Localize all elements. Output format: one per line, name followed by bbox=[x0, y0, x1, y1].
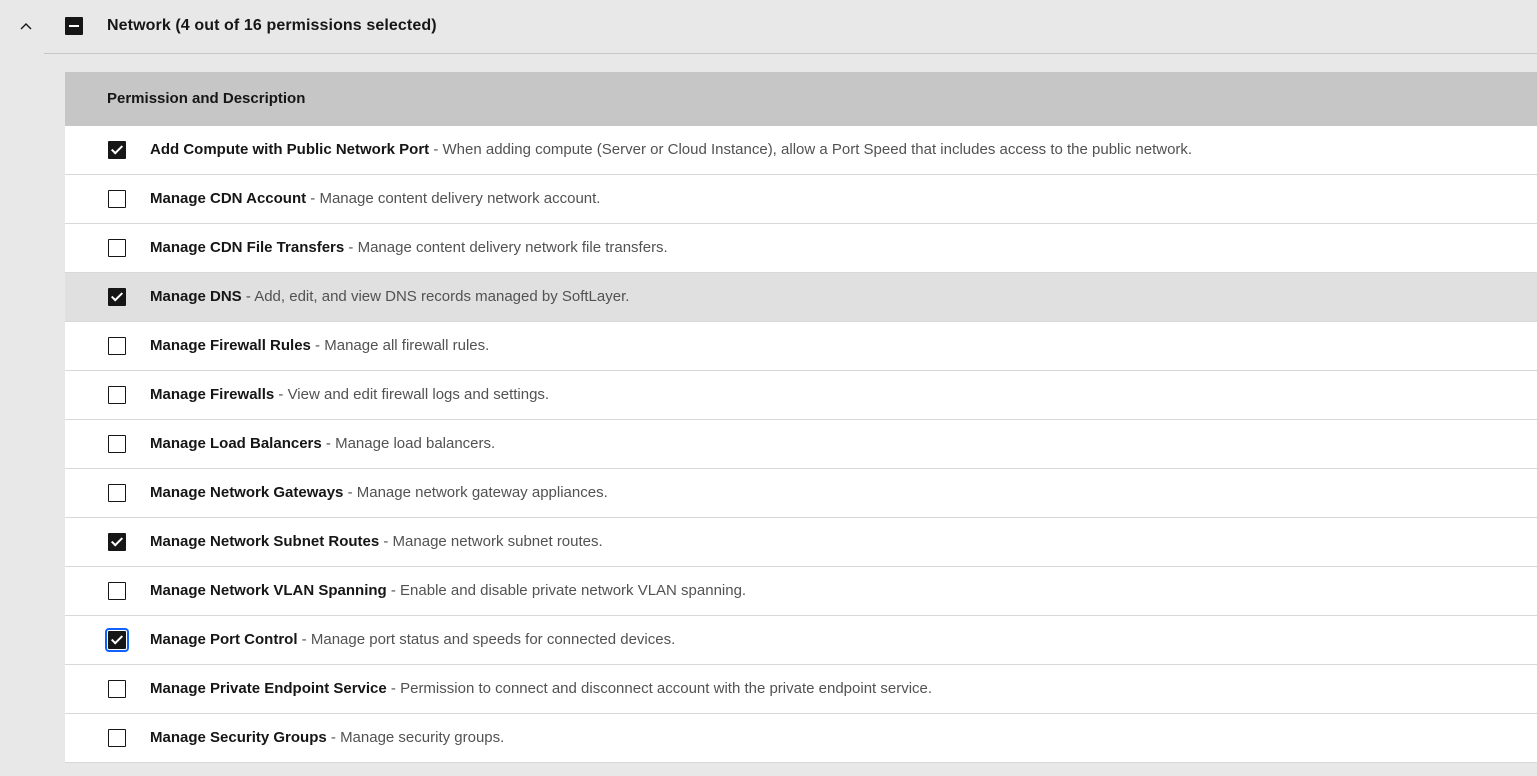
permission-description: Manage content delivery network file tra… bbox=[357, 239, 668, 256]
permission-name: Manage Network VLAN Spanning bbox=[150, 582, 387, 599]
accordion-title: Network (4 out of 16 permissions selecte… bbox=[107, 17, 437, 34]
permission-description: Manage network subnet routes. bbox=[392, 533, 603, 550]
permission-checkbox[interactable] bbox=[108, 680, 126, 698]
table-row[interactable]: Manage Network Gateways - Manage network… bbox=[65, 469, 1537, 518]
permission-name: Manage Network Subnet Routes bbox=[150, 533, 380, 550]
table-row[interactable]: Manage CDN Account - Manage content deli… bbox=[65, 175, 1537, 224]
table-row[interactable]: Manage CDN File Transfers - Manage conte… bbox=[65, 224, 1537, 273]
permission-description: Enable and disable private network VLAN … bbox=[400, 582, 747, 599]
permission-checkbox[interactable] bbox=[108, 337, 126, 355]
permission-checkbox[interactable] bbox=[108, 239, 126, 257]
permission-checkbox[interactable] bbox=[108, 288, 126, 306]
permission-text: Add Compute with Public Network Port - W… bbox=[150, 139, 1192, 161]
permission-name: Manage CDN File Transfers bbox=[150, 239, 345, 256]
permissions-table: Permission and Description Add Compute w… bbox=[65, 72, 1537, 763]
column-header-permission: Permission and Description bbox=[107, 90, 306, 107]
table-row[interactable]: Manage Firewalls - View and edit firewal… bbox=[65, 371, 1537, 420]
permission-text: Manage Port Control - Manage port status… bbox=[150, 629, 675, 651]
permission-text: Manage Firewalls - View and edit firewal… bbox=[150, 384, 549, 406]
table-row[interactable]: Add Compute with Public Network Port - W… bbox=[65, 126, 1537, 175]
permission-checkbox[interactable] bbox=[108, 484, 126, 502]
permission-text: Manage CDN File Transfers - Manage conte… bbox=[150, 237, 668, 259]
permission-separator: - bbox=[321, 435, 336, 452]
table-row[interactable]: Manage Firewall Rules - Manage all firew… bbox=[65, 322, 1537, 371]
table-row[interactable]: Manage Network Subnet Routes - Manage ne… bbox=[65, 518, 1537, 567]
table-body: Add Compute with Public Network Port - W… bbox=[65, 126, 1537, 763]
permission-checkbox[interactable] bbox=[105, 628, 129, 652]
permission-name: Manage Network Gateways bbox=[150, 484, 344, 501]
permission-name: Manage Port Control bbox=[150, 631, 298, 648]
permission-description: Manage content delivery network account. bbox=[319, 190, 601, 207]
table-row[interactable]: Manage Network VLAN Spanning - Enable an… bbox=[65, 567, 1537, 616]
table-row[interactable]: Manage DNS - Add, edit, and view DNS rec… bbox=[65, 273, 1537, 322]
permission-separator: - bbox=[386, 680, 401, 697]
permission-description: Manage all firewall rules. bbox=[324, 337, 490, 354]
permission-name: Manage Firewall Rules bbox=[150, 337, 311, 354]
permission-checkbox[interactable] bbox=[108, 435, 126, 453]
indeterminate-checkbox-icon bbox=[69, 25, 79, 27]
permission-name: Manage CDN Account bbox=[150, 190, 307, 207]
permission-text: Manage Network Subnet Routes - Manage ne… bbox=[150, 531, 603, 553]
permission-separator: - bbox=[274, 386, 288, 403]
permission-separator: - bbox=[310, 337, 325, 354]
chevron-up-icon[interactable] bbox=[17, 17, 35, 35]
group-select-checkbox[interactable] bbox=[65, 17, 83, 35]
permission-separator: - bbox=[306, 190, 320, 207]
table-row[interactable]: Manage Private Endpoint Service - Permis… bbox=[65, 665, 1537, 714]
permission-text: Manage Firewall Rules - Manage all firew… bbox=[150, 335, 489, 357]
permission-checkbox[interactable] bbox=[108, 533, 126, 551]
permission-separator: - bbox=[297, 631, 311, 648]
permission-description: View and edit firewall logs and settings… bbox=[287, 386, 550, 403]
permission-checkbox[interactable] bbox=[108, 729, 126, 747]
permission-checkbox[interactable] bbox=[108, 190, 126, 208]
table-row[interactable]: Manage Load Balancers - Manage load bala… bbox=[65, 420, 1537, 469]
permission-text: Manage Network VLAN Spanning - Enable an… bbox=[150, 580, 746, 602]
permission-description: Manage network gateway appliances. bbox=[356, 484, 608, 501]
permission-name: Manage DNS bbox=[150, 288, 242, 305]
table-row[interactable]: Manage Port Control - Manage port status… bbox=[65, 616, 1537, 665]
permission-separator: - bbox=[241, 288, 255, 305]
permissions-page: Network (4 out of 16 permissions selecte… bbox=[0, 0, 1537, 776]
permission-separator: - bbox=[379, 533, 393, 550]
permission-name: Manage Load Balancers bbox=[150, 435, 322, 452]
permission-description: Manage load balancers. bbox=[335, 435, 496, 452]
table-header: Permission and Description bbox=[65, 72, 1537, 126]
permission-text: Manage Private Endpoint Service - Permis… bbox=[150, 678, 932, 700]
permission-description: Manage security groups. bbox=[340, 729, 505, 746]
permission-separator: - bbox=[429, 141, 443, 158]
permission-checkbox[interactable] bbox=[108, 582, 126, 600]
permission-separator: - bbox=[344, 239, 358, 256]
permission-text: Manage DNS - Add, edit, and view DNS rec… bbox=[150, 286, 629, 308]
divider bbox=[44, 53, 1537, 54]
permission-text: Manage Security Groups - Manage security… bbox=[150, 727, 504, 749]
permission-checkbox[interactable] bbox=[108, 386, 126, 404]
permission-description: Manage port status and speeds for connec… bbox=[310, 631, 676, 648]
table-row[interactable]: Manage Security Groups - Manage security… bbox=[65, 714, 1537, 763]
permission-text: Manage Network Gateways - Manage network… bbox=[150, 482, 608, 504]
permission-name: Manage Security Groups bbox=[150, 729, 327, 746]
permission-text: Manage Load Balancers - Manage load bala… bbox=[150, 433, 495, 455]
permission-name: Manage Private Endpoint Service bbox=[150, 680, 387, 697]
permission-text: Manage CDN Account - Manage content deli… bbox=[150, 188, 600, 210]
accordion-header-network[interactable]: Network (4 out of 16 permissions selecte… bbox=[0, 0, 1537, 53]
permission-separator: - bbox=[343, 484, 357, 501]
permission-description: Add, edit, and view DNS records managed … bbox=[254, 288, 630, 305]
permission-separator: - bbox=[386, 582, 401, 599]
permission-description: Permission to connect and disconnect acc… bbox=[400, 680, 933, 697]
permission-description: When adding compute (Server or Cloud Ins… bbox=[442, 141, 1193, 158]
permission-separator: - bbox=[326, 729, 341, 746]
permission-name: Add Compute with Public Network Port bbox=[150, 141, 430, 158]
permission-checkbox[interactable] bbox=[108, 141, 126, 159]
permission-name: Manage Firewalls bbox=[150, 386, 275, 403]
